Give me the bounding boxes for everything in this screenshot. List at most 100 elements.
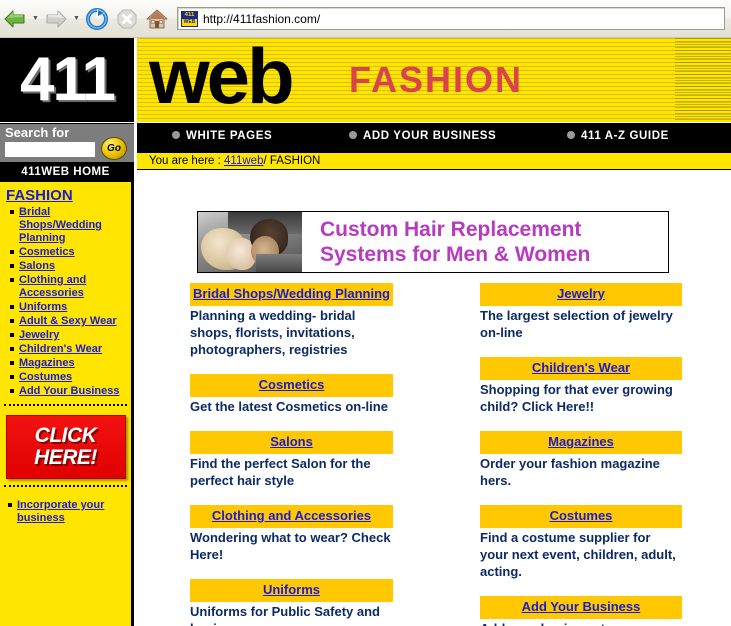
- category-card-magazines: Magazines Order your fashion magazine he…: [480, 431, 682, 489]
- sidebar-item-salons[interactable]: Salons: [10, 260, 127, 273]
- breadcrumb: You are here : 411web/ FASHION: [137, 153, 731, 170]
- sidebar-home-button[interactable]: 411WEB HOME: [0, 162, 131, 182]
- favicon-411-text: 411: [182, 11, 197, 19]
- sidebar-link[interactable]: Cosmetics: [19, 246, 75, 258]
- back-button[interactable]: [0, 4, 30, 34]
- category-card-header[interactable]: Uniforms: [190, 579, 393, 602]
- category-description: The largest selection of jewelry on-line: [480, 308, 673, 340]
- category-card-uniforms: Uniforms Uniforms for Public Safety and …: [190, 579, 393, 626]
- category-link[interactable]: Uniforms: [263, 582, 320, 597]
- category-card-cosmetics: Cosmetics Get the latest Cosmetics on-li…: [190, 374, 393, 415]
- category-link[interactable]: Children's Wear: [532, 360, 630, 375]
- click-here-line2: HERE!: [34, 446, 97, 469]
- category-description: Add your business to our fashion directo…: [480, 619, 682, 626]
- sidebar-item-jewelry[interactable]: Jewelry: [10, 329, 127, 342]
- sidebar-category-list: Bridal Shops/Wedding Planning Cosmetics …: [0, 206, 131, 398]
- sidebar-item-incorporate[interactable]: Incorporate your business: [8, 499, 127, 525]
- category-card-bridal: Bridal Shops/Wedding Planning Planning a…: [190, 283, 393, 358]
- category-link[interactable]: Salons: [270, 434, 313, 449]
- sidebar-item-magazines[interactable]: Magazines: [10, 357, 127, 370]
- category-card-header[interactable]: Salons: [190, 431, 393, 454]
- ad-banner-hair-replacement[interactable]: Custom Hair Replacement Systems for Men …: [197, 211, 669, 273]
- sidebar-link[interactable]: Costumes: [19, 371, 72, 383]
- sidebar-item-costumes[interactable]: Costumes: [10, 371, 127, 384]
- sidebar-title-fashion[interactable]: FASHION: [6, 187, 131, 204]
- site-favicon-icon: 411 WEB: [181, 10, 198, 27]
- breadcrumb-link-411web[interactable]: 411web: [224, 155, 263, 167]
- sidebar-item-childrens-wear[interactable]: Children's Wear: [10, 343, 127, 356]
- stop-icon: [117, 9, 137, 28]
- refresh-button[interactable]: [82, 4, 112, 34]
- click-here-ad-button[interactable]: CLICK HERE!: [5, 415, 126, 479]
- forward-button[interactable]: [41, 4, 71, 34]
- nav-label: ADD YOUR BUSINESS: [363, 130, 497, 142]
- category-description: Shopping for that ever growing child? Cl…: [480, 382, 673, 414]
- sidebar: 411WEB HOME FASHION Bridal Shops/Wedding…: [0, 162, 134, 626]
- back-history-caret[interactable]: ▼: [30, 4, 41, 34]
- category-card-header[interactable]: Costumes: [480, 505, 682, 528]
- category-card-header[interactable]: Children's Wear: [480, 357, 682, 380]
- sidebar-item-uniforms[interactable]: Uniforms: [10, 301, 127, 314]
- sidebar-link[interactable]: Magazines: [19, 357, 75, 369]
- category-description: Wondering what to wear? Check Here!: [190, 530, 391, 562]
- category-card-header[interactable]: Add Your Business: [480, 596, 682, 619]
- category-card-header[interactable]: Cosmetics: [190, 374, 393, 397]
- sidebar-link[interactable]: Salons: [19, 260, 55, 272]
- category-card-header[interactable]: Clothing and Accessories: [190, 505, 393, 528]
- sidebar-link[interactable]: Children's Wear: [19, 343, 102, 355]
- web-page: 411 web FASHION Search for Go WHITE PAGE…: [0, 38, 731, 626]
- house-icon: [146, 9, 168, 28]
- site-masthead: 411 web FASHION: [0, 38, 731, 122]
- divider: [4, 485, 127, 487]
- category-link[interactable]: Add Your Business: [522, 599, 641, 614]
- nav-item-411-az-guide[interactable]: 411 A-Z GUIDE: [567, 130, 669, 142]
- click-here-line1: CLICK: [34, 424, 97, 447]
- sidebar-item-clothing[interactable]: Clothing and Accessories: [10, 274, 127, 300]
- sidebar-item-adult-sexy-wear[interactable]: Adult & Sexy Wear: [10, 315, 127, 328]
- category-description: Order your fashion magazine hers.: [480, 456, 660, 488]
- sidebar-link[interactable]: Clothing and Accessories: [19, 274, 86, 299]
- category-description: Find the perfect Salon for the perfect h…: [190, 456, 371, 488]
- category-card-header[interactable]: Jewelry: [480, 283, 682, 306]
- sidebar-item-bridal[interactable]: Bridal Shops/Wedding Planning: [10, 206, 127, 245]
- category-link[interactable]: Cosmetics: [259, 377, 325, 392]
- logo-411-text: 411: [19, 45, 116, 114]
- breadcrumb-prefix: You are here :: [149, 155, 221, 167]
- category-card-header[interactable]: Magazines: [480, 431, 682, 454]
- search-input[interactable]: [5, 142, 95, 157]
- logo-411-block[interactable]: 411: [0, 38, 134, 122]
- sidebar-link[interactable]: Add Your Business: [19, 385, 119, 397]
- category-link[interactable]: Clothing and Accessories: [212, 508, 371, 523]
- stop-button[interactable]: [112, 4, 142, 34]
- category-link[interactable]: Jewelry: [557, 286, 605, 301]
- masthead-stripe-texture: [675, 38, 731, 122]
- address-bar[interactable]: 411 WEB http://411fashion.com/: [177, 7, 725, 30]
- divider: [4, 404, 127, 406]
- category-column-left: Bridal Shops/Wedding Planning Planning a…: [190, 283, 393, 626]
- search-go-button[interactable]: Go: [101, 137, 127, 160]
- nav-item-add-your-business[interactable]: ADD YOUR BUSINESS: [349, 130, 496, 142]
- nav-label: WHITE PAGES: [186, 130, 273, 142]
- sidebar-link[interactable]: Uniforms: [19, 301, 67, 313]
- category-card-costumes: Costumes Find a costume supplier for you…: [480, 505, 682, 580]
- masthead-yellow-banner: web FASHION: [137, 38, 731, 122]
- url-text[interactable]: http://411fashion.com/: [203, 12, 320, 26]
- top-navigation-bar: WHITE PAGES ADD YOUR BUSINESS 411 A-Z GU…: [137, 123, 731, 153]
- sidebar-item-cosmetics[interactable]: Cosmetics: [10, 246, 127, 259]
- incorporate-link[interactable]: Incorporate your business: [17, 499, 104, 524]
- category-link[interactable]: Costumes: [550, 508, 613, 523]
- sidebar-link[interactable]: Jewelry: [19, 329, 59, 341]
- forward-history-caret[interactable]: ▼: [71, 4, 82, 34]
- bullet-icon: [349, 130, 357, 139]
- category-card-childrens-wear: Children's Wear Shopping for that ever g…: [480, 357, 682, 415]
- search-label: Search for: [5, 125, 70, 140]
- sidebar-link[interactable]: Adult & Sexy Wear: [19, 315, 117, 327]
- sidebar-link[interactable]: Bridal Shops/Wedding Planning: [19, 206, 102, 244]
- category-card-header[interactable]: Bridal Shops/Wedding Planning: [190, 283, 393, 306]
- home-button[interactable]: [142, 4, 172, 34]
- category-link[interactable]: Magazines: [548, 434, 614, 449]
- favicon-web-text: WEB: [182, 18, 197, 26]
- nav-item-white-pages[interactable]: WHITE PAGES: [172, 130, 272, 142]
- sidebar-item-add-your-business[interactable]: Add Your Business: [10, 385, 127, 398]
- category-link[interactable]: Bridal Shops/Wedding Planning: [193, 286, 390, 301]
